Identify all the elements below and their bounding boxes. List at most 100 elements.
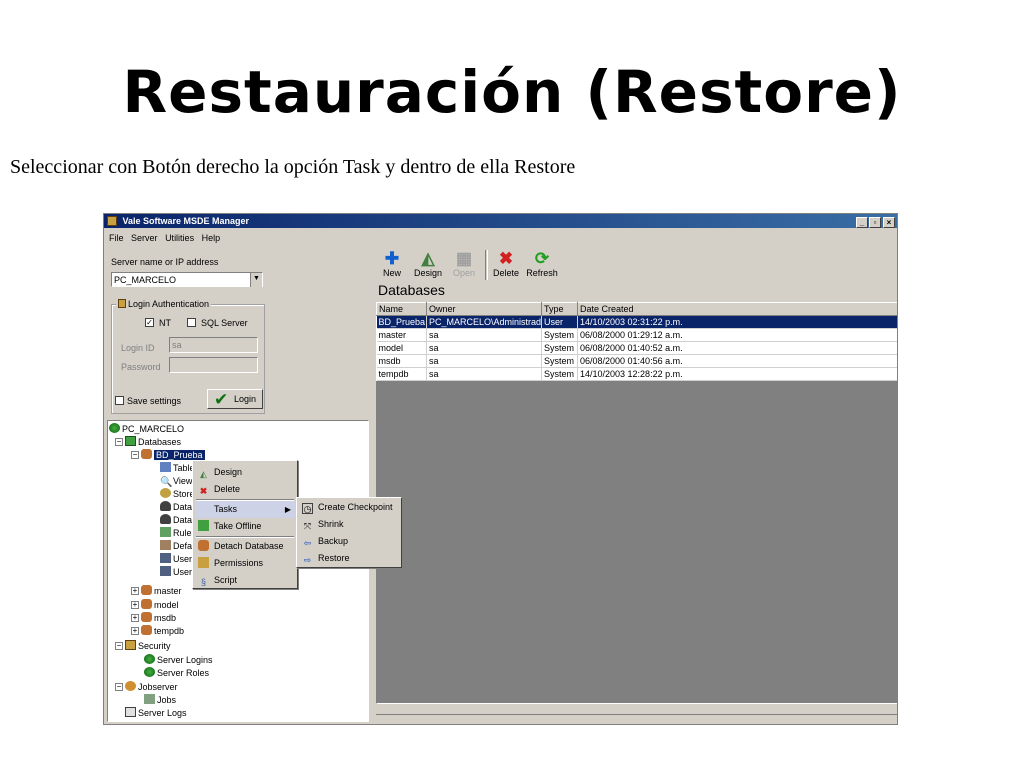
tree-node-model[interactable]: model (141, 599, 179, 611)
expand-icon[interactable]: + (131, 614, 139, 622)
sql-server-checkbox[interactable] (187, 318, 196, 327)
column-header-date-created[interactable]: Date Created (577, 302, 897, 316)
table-row[interactable]: msdb sa System 06/08/2000 01:40:56 a.m. (376, 354, 897, 368)
new-button[interactable]: ✚ New (374, 249, 410, 279)
menu-item-permissions[interactable]: Permissions (195, 555, 295, 572)
refresh-button[interactable]: ⟳ Refresh (524, 250, 560, 279)
databases-table: Name Owner Type Date Created BD_Prueba P… (376, 302, 897, 381)
delete-x-icon: ✖ (498, 249, 514, 268)
menu-help[interactable]: Help (202, 233, 221, 243)
chevron-down-icon[interactable]: ▼ (250, 273, 262, 287)
menu-item-script[interactable]: § Script (195, 572, 295, 589)
collapse-icon[interactable]: − (115, 642, 123, 650)
tree-node-server-logins[interactable]: Server Logins (144, 654, 213, 666)
cell-type: User (541, 315, 578, 329)
gear-icon (160, 488, 171, 498)
cell-type: System (541, 328, 578, 342)
log-icon (125, 707, 136, 717)
cell-name: msdb (376, 354, 427, 368)
minimize-button[interactable]: _ (856, 217, 868, 228)
window-titlebar[interactable]: Vale Software MSDE Manager _ ▫ × (104, 214, 897, 228)
login-button[interactable]: ✔ Login (207, 389, 263, 409)
collapse-icon[interactable]: − (115, 438, 123, 446)
tree-node-tempdb[interactable]: tempdb (141, 625, 184, 637)
database-cylinder-icon (141, 612, 152, 622)
menu-item-design[interactable]: ◭ Design (195, 464, 295, 481)
tree-node-msdb[interactable]: msdb (141, 612, 176, 624)
shrink-icon: ⤧ (303, 521, 312, 531)
open-icon: ▦ (455, 249, 473, 268)
table-row[interactable]: master sa System 06/08/2000 01:29:12 a.m… (376, 328, 897, 342)
backup-arrow-icon: ⇦ (303, 538, 312, 548)
plus-icon: ✚ (384, 249, 400, 268)
tree-node-data-1[interactable]: Data (160, 501, 192, 513)
expand-icon[interactable]: + (131, 587, 139, 595)
collapse-icon[interactable]: − (131, 451, 139, 459)
tree-node-defaults[interactable]: Defa (160, 540, 192, 552)
checkpoint-icon: ◷ (302, 503, 313, 514)
tree-node-rules[interactable]: Rules (160, 527, 196, 539)
close-button[interactable]: × (883, 217, 895, 228)
table-row[interactable]: BD_Prueba PC_MARCELO\Administrador User … (376, 315, 897, 329)
tree-node-server[interactable]: PC_MARCELO (109, 423, 184, 435)
person-icon (160, 514, 171, 524)
menu-item-backup[interactable]: ⇦ Backup (299, 533, 399, 550)
login-id-label: Login ID (121, 343, 155, 353)
slide-subtitle: Seleccionar con Botón derecho la opción … (10, 156, 576, 178)
databases-grid[interactable]: Name Owner Type Date Created BD_Prueba P… (376, 302, 897, 700)
open-button[interactable]: ▦ Open (446, 249, 482, 279)
delete-button[interactable]: ✖ Delete (488, 249, 524, 279)
tree-node-users[interactable]: User (160, 553, 192, 565)
menu-item-detach-database[interactable]: Detach Database (195, 538, 295, 555)
globe-user-icon (144, 654, 155, 664)
cell-type: System (541, 367, 578, 381)
tree-node-security[interactable]: Security (125, 640, 171, 652)
menu-item-restore[interactable]: ⇨ Restore (299, 550, 399, 567)
tree-node-master[interactable]: master (141, 585, 182, 597)
menu-item-take-offline[interactable]: Take Offline (195, 518, 295, 535)
menu-item-shrink[interactable]: ⤧ Shrink (299, 516, 399, 533)
server-combo[interactable]: PC_MARCELO ▼ (111, 272, 263, 287)
person-icon (160, 501, 171, 511)
tree-node-server-logs[interactable]: Server Logs (125, 707, 187, 719)
table-row[interactable]: tempdb sa System 14/10/2003 12:28:22 p.m… (376, 367, 897, 381)
column-header-type[interactable]: Type (541, 302, 578, 316)
cell-owner: PC_MARCELO\Administrador (426, 315, 542, 329)
expand-icon[interactable]: + (131, 627, 139, 635)
server-globe-icon (109, 423, 120, 433)
checkmark-icon: ✔ (214, 390, 229, 409)
column-header-owner[interactable]: Owner (426, 302, 542, 316)
design-button[interactable]: ◭ Design (410, 250, 446, 279)
tree-node-data-2[interactable]: Data (160, 514, 192, 526)
tree-node-tables[interactable]: Table (160, 462, 195, 474)
tree-node-server-roles[interactable]: Server Roles (144, 667, 209, 679)
menu-file[interactable]: File (109, 233, 124, 243)
databases-icon (125, 436, 136, 446)
status-bar (376, 714, 897, 723)
tree-node-jobserver[interactable]: Jobserver (125, 681, 178, 693)
collapse-icon[interactable]: − (115, 683, 123, 691)
save-settings-checkbox[interactable] (115, 396, 124, 405)
menu-item-delete[interactable]: ✖ Delete (195, 481, 295, 498)
login-id-field[interactable]: sa (169, 337, 258, 353)
tasks-submenu: ◷ Create Checkpoint ⤧ Shrink ⇦ Backup ⇨ Rest… (296, 497, 402, 568)
save-settings-label: Save settings (127, 396, 182, 406)
menu-utilities[interactable]: Utilities (165, 233, 194, 243)
menu-server[interactable]: Server (131, 233, 158, 243)
maximize-button[interactable]: ▫ (869, 217, 881, 228)
menu-item-tasks[interactable]: Tasks ▶ (195, 501, 295, 518)
expand-icon[interactable]: + (131, 601, 139, 609)
menu-item-create-checkpoint[interactable]: ◷ Create Checkpoint (299, 499, 399, 516)
column-header-name[interactable]: Name (376, 302, 427, 316)
table-row[interactable]: model sa System 06/08/2000 01:40:52 a.m. (376, 341, 897, 355)
password-field[interactable] (169, 357, 258, 373)
tree-node-jobs[interactable]: Jobs (144, 694, 176, 706)
user-icon (160, 553, 171, 563)
jobs-icon (144, 694, 155, 704)
tree-node-user-roles[interactable]: User (160, 566, 192, 578)
nt-checkbox[interactable]: ✓ (145, 318, 154, 327)
cell-owner: sa (426, 367, 542, 381)
tree-node-stored[interactable]: Store (160, 488, 195, 500)
tree-node-databases[interactable]: Databases (125, 436, 181, 448)
cell-date: 06/08/2000 01:29:12 a.m. (577, 328, 897, 342)
